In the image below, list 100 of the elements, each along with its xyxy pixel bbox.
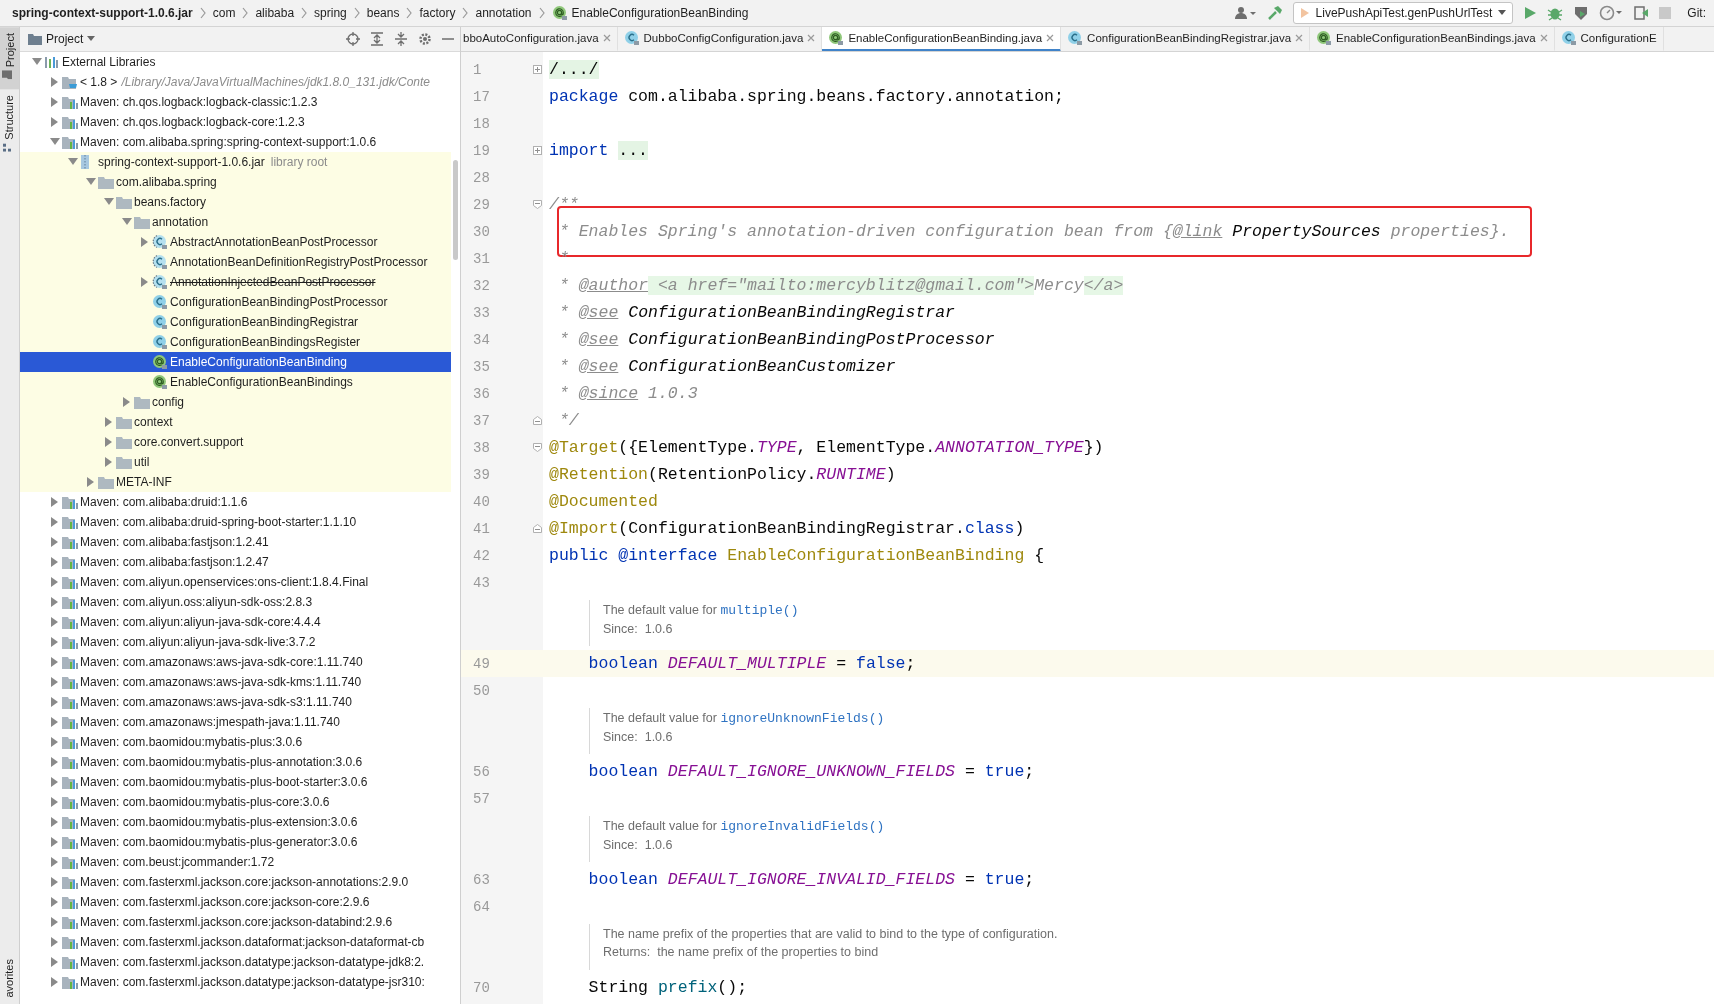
tree-item[interactable]: Maven: com.baomidou:mybatis-plus:3.0.6 — [20, 732, 451, 752]
expanded-arrow-icon[interactable] — [86, 178, 96, 186]
tree-item[interactable]: Maven: com.fasterxml.jackson.datatype:jackson-datatype-jsr310: — [20, 972, 451, 992]
close-icon[interactable] — [1046, 34, 1055, 42]
breadcrumb[interactable]: annotation — [475, 6, 532, 20]
expand-all-icon[interactable] — [370, 32, 384, 46]
breadcrumb[interactable]: factory — [419, 6, 456, 20]
breadcrumb[interactable]: spring-context-support-1.0.6.jar — [12, 6, 193, 20]
fold-icon[interactable] — [532, 200, 542, 209]
tree-item[interactable]: Maven: com.aliyun.openservices:ons-client:1.8.4.Final — [20, 572, 451, 592]
gauge-icon[interactable] — [1599, 5, 1624, 21]
tree-item[interactable]: Maven: com.baomidou:mybatis-plus-boot-starter:3.0.6 — [20, 772, 451, 792]
attach-icon[interactable] — [1633, 5, 1650, 21]
collapsed-arrow-icon[interactable] — [51, 797, 59, 807]
collapsed-arrow-icon[interactable] — [105, 437, 113, 447]
expanded-arrow-icon[interactable] — [50, 138, 60, 146]
fold-plus-icon[interactable] — [532, 65, 542, 74]
tree-item[interactable]: Maven: com.fasterxml.jackson.core:jackson-annotations:2.9.0 — [20, 872, 451, 892]
collapsed-arrow-icon[interactable] — [141, 277, 149, 287]
collapsed-arrow-icon[interactable] — [51, 917, 59, 927]
side-tab[interactable]: Project — [0, 27, 19, 90]
collapsed-arrow-icon[interactable] — [51, 577, 59, 587]
expanded-arrow-icon[interactable] — [122, 218, 132, 226]
run-configuration-dropdown[interactable]: LivePushApiTest.genPushUrlTest — [1292, 2, 1514, 24]
collapsed-arrow-icon[interactable] — [51, 737, 59, 747]
tree-item[interactable]: spring-context-support-1.0.6.jar library root — [20, 152, 451, 172]
collapsed-arrow-icon[interactable] — [51, 957, 59, 967]
collapsed-arrow-icon[interactable] — [51, 777, 59, 787]
breadcrumb[interactable]: EnableConfigurationBeanBinding — [551, 5, 749, 21]
tree-item[interactable]: Maven: com.beust:jcommander:1.72 — [20, 852, 451, 872]
tree-item[interactable]: Maven: com.alibaba.spring:spring-context-support:1.0.6 — [20, 132, 451, 152]
tree-item[interactable]: External Libraries — [20, 52, 451, 72]
tree-item[interactable]: Maven: com.alibaba:fastjson:1.2.47 — [20, 552, 451, 572]
collapsed-arrow-icon[interactable] — [51, 697, 59, 707]
tree-item[interactable]: Maven: com.alibaba:druid-spring-boot-starter:1.1.10 — [20, 512, 451, 532]
close-icon[interactable] — [1539, 34, 1548, 42]
tree-item[interactable]: Maven: com.baomidou:mybatis-plus-extension:3.0.6 — [20, 812, 451, 832]
collapsed-arrow-icon[interactable] — [51, 497, 59, 507]
collapsed-arrow-icon[interactable] — [51, 117, 59, 127]
tree-item[interactable]: Maven: ch.qos.logback:logback-classic:1.2.3 — [20, 92, 451, 112]
breadcrumb[interactable]: beans — [366, 6, 400, 20]
tree-item[interactable]: META-INF — [20, 472, 451, 492]
tree-item[interactable]: < 1.8 > /Library/Java/JavaVirtualMachines/jdk1.8.0_131.jdk/Conte — [20, 72, 451, 92]
tree-item[interactable]: Maven: com.fasterxml.jackson.dataformat:jackson-dataformat-cb — [20, 932, 451, 952]
tree-item[interactable]: AnnotationInjectedBeanPostProcessor — [20, 272, 451, 292]
collapsed-arrow-icon[interactable] — [51, 97, 59, 107]
scrollbar-thumb[interactable] — [453, 160, 458, 260]
close-icon[interactable] — [602, 34, 611, 42]
collapsed-arrow-icon[interactable] — [105, 417, 113, 427]
collapsed-arrow-icon[interactable] — [51, 897, 59, 907]
collapsed-arrow-icon[interactable] — [51, 837, 59, 847]
collapsed-arrow-icon[interactable] — [51, 77, 59, 87]
tree-item[interactable]: Maven: com.fasterxml.jackson.datatype:jackson-datatype-jdk8:2. — [20, 952, 451, 972]
collapsed-arrow-icon[interactable] — [51, 537, 59, 547]
tree-item[interactable]: Maven: com.aliyun:aliyun-java-sdk-live:3.7.2 — [20, 632, 451, 652]
tree-item[interactable]: Maven: com.fasterxml.jackson.core:jackson-core:2.9.6 — [20, 892, 451, 912]
tree-item[interactable]: AnnotationBeanDefinitionRegistryPostProcessor — [20, 252, 451, 272]
tree-item[interactable]: Maven: com.baomidou:mybatis-plus-core:3.0.6 — [20, 792, 451, 812]
run-icon[interactable] — [1523, 6, 1538, 20]
tree-item[interactable]: Maven: com.amazonaws:aws-java-sdk-kms:1.11.740 — [20, 672, 451, 692]
collapsed-arrow-icon[interactable] — [51, 757, 59, 767]
collapsed-arrow-icon[interactable] — [123, 397, 131, 407]
tree-item[interactable]: AbstractAnnotationBeanPostProcessor — [20, 232, 451, 252]
hammer-icon[interactable] — [1266, 5, 1283, 21]
breadcrumb[interactable]: spring — [314, 6, 347, 20]
tree-item[interactable]: ConfigurationBeanBindingPostProcessor — [20, 292, 451, 312]
collapsed-arrow-icon[interactable] — [51, 517, 59, 527]
collapsed-arrow-icon[interactable] — [51, 617, 59, 627]
tree-item[interactable]: beans.factory — [20, 192, 451, 212]
editor-tab[interactable]: EnableConfigurationBeanBinding.java — [822, 27, 1062, 51]
shield-icon[interactable] — [1573, 5, 1590, 21]
collapsed-arrow-icon[interactable] — [51, 557, 59, 567]
fold-icon[interactable] — [532, 524, 542, 533]
fold-icon[interactable] — [532, 416, 542, 425]
breadcrumb[interactable]: alibaba — [255, 6, 295, 20]
tree-item[interactable]: annotation — [20, 212, 451, 232]
collapsed-arrow-icon[interactable] — [51, 657, 59, 667]
collapsed-arrow-icon[interactable] — [51, 677, 59, 687]
expanded-arrow-icon[interactable] — [104, 198, 114, 206]
tree-item[interactable]: config — [20, 392, 451, 412]
crosshair-icon[interactable] — [346, 32, 360, 46]
tree-item[interactable]: com.alibaba.spring — [20, 172, 451, 192]
expanded-arrow-icon[interactable] — [32, 58, 42, 66]
collapsed-arrow-icon[interactable] — [51, 937, 59, 947]
close-icon[interactable] — [1295, 34, 1304, 42]
tree-item[interactable]: Maven: com.aliyun.oss:aliyun-sdk-oss:2.8.3 — [20, 592, 451, 612]
collapsed-arrow-icon[interactable] — [51, 977, 59, 987]
close-icon[interactable] — [807, 34, 816, 42]
tree-item[interactable]: ConfigurationBeanBindingsRegister — [20, 332, 451, 352]
collapsed-arrow-icon[interactable] — [51, 857, 59, 867]
collapsed-arrow-icon[interactable] — [51, 817, 59, 827]
tree-item[interactable]: Maven: com.amazonaws:aws-java-sdk-s3:1.11.740 — [20, 692, 451, 712]
tree-item[interactable]: Maven: com.fasterxml.jackson.core:jackson-databind:2.9.6 — [20, 912, 451, 932]
collapsed-arrow-icon[interactable] — [51, 597, 59, 607]
tree-item[interactable]: Maven: com.amazonaws:aws-java-sdk-core:1.11.740 — [20, 652, 451, 672]
tree-item[interactable]: Maven: com.aliyun:aliyun-java-sdk-core:4.4.4 — [20, 612, 451, 632]
tree-item[interactable]: Maven: com.baomidou:mybatis-plus-generator:3.0.6 — [20, 832, 451, 852]
breadcrumb[interactable]: com — [212, 6, 236, 20]
tree-item[interactable]: Maven: com.alibaba:druid:1.1.6 — [20, 492, 451, 512]
tree-item[interactable]: util — [20, 452, 451, 472]
